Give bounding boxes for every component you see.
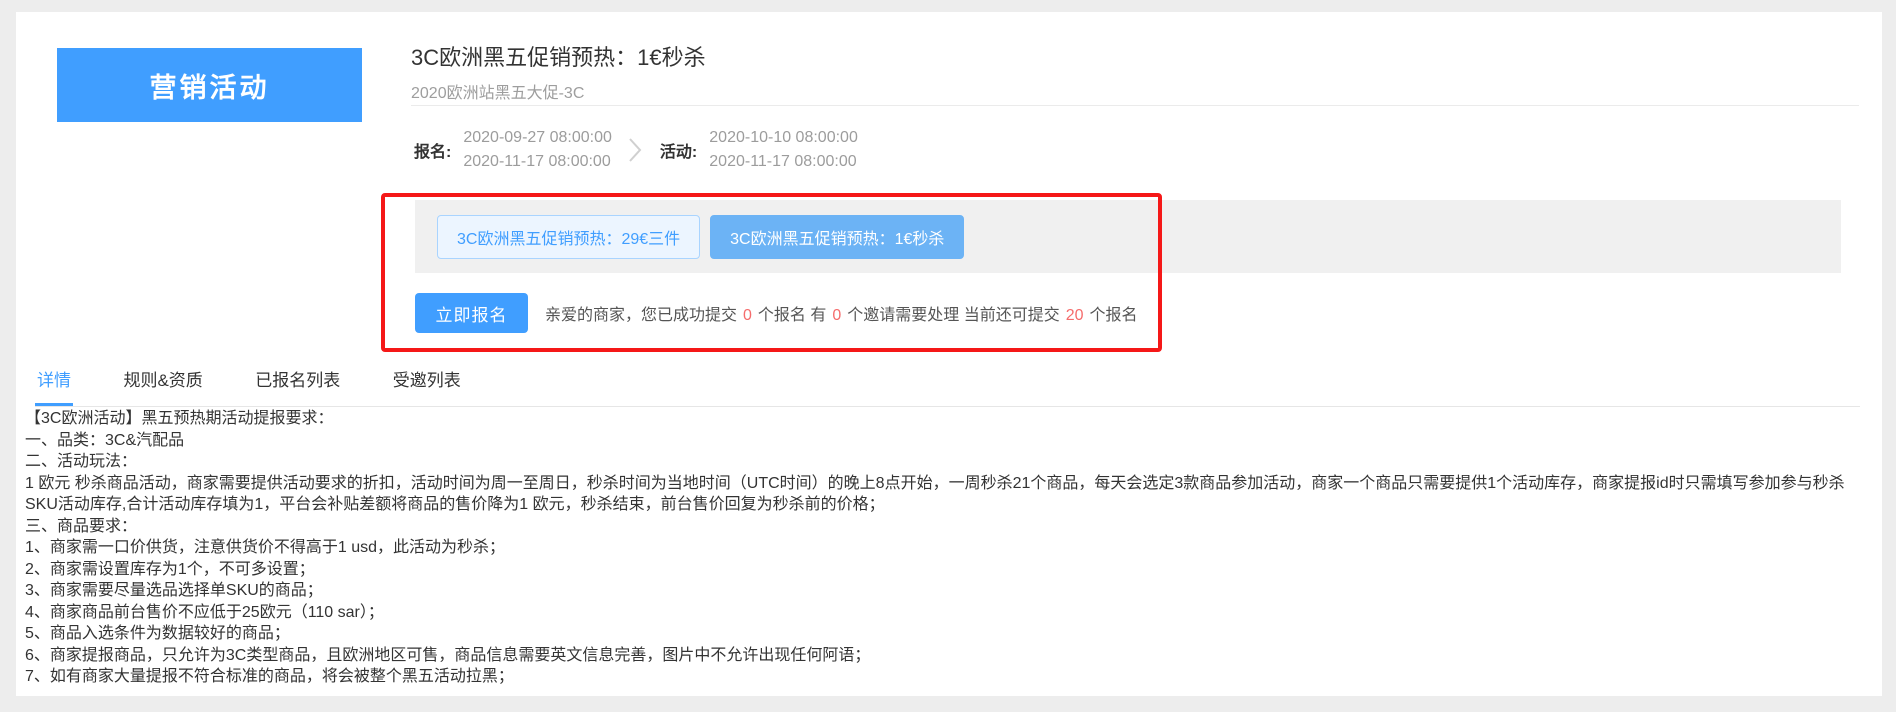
detail-line: 4、商家商品前台售价不应低于25欧元（110 sar）；	[25, 603, 384, 621]
activity-start-date: 2020-10-10 08:00:00	[709, 129, 858, 146]
chevron-right-icon	[628, 137, 642, 163]
detail-line: 5、商品入选条件为数据较好的商品；	[25, 625, 290, 642]
status-seg3: 个邀请需要处理 当前还可提交	[847, 307, 1060, 324]
session-tab-1eur-flashsale[interactable]: 3C欧洲黑五促销预热：1€秒杀	[710, 214, 965, 259]
detail-line: 二、活动玩法：	[25, 453, 138, 470]
signup-period-dates: 2020-09-27 08:00:00 2020-11-17 08:00:00	[463, 126, 612, 174]
status-seg4: 个报名	[1089, 307, 1138, 324]
submitted-count-value: 0	[743, 307, 752, 324]
tab-signed-up-list[interactable]: 已报名列表	[253, 364, 342, 406]
signup-start-date: 2020-09-27 08:00:00	[463, 129, 612, 146]
activity-card: 营销活动 3C欧洲黑五促销预热：1€秒杀 2020欧洲站黑五大促-3C 报名: …	[16, 12, 1882, 696]
signup-period-label: 报名:	[414, 144, 452, 161]
status-seg2: 个报名 有	[757, 307, 827, 324]
page-subtitle: 2020欧洲站黑五大促-3C	[411, 85, 585, 102]
detail-line: 6、商家提报商品，只允许为3C类型商品，且欧洲地区可售，商品信息需要英文信息完善…	[25, 646, 871, 664]
detail-line: 一、品类：3C&汽配品	[25, 431, 185, 449]
signup-now-button[interactable]: 立即报名	[415, 293, 528, 333]
page-title: 3C欧洲黑五促销预热：1€秒杀	[411, 45, 706, 70]
tab-detail[interactable]: 详情	[35, 364, 73, 406]
detail-line: 1 欧元 秒杀商品活动，商家需要提供活动要求的折扣，活动时间为周一至周日，秒杀时…	[25, 474, 1845, 514]
detail-content: 【3C欧洲活动】黑五预热期活动提报要求： 一、品类：3C&汽配品 二、活动玩法：…	[25, 408, 1873, 688]
page-background: 营销活动 3C欧洲黑五促销预热：1€秒杀 2020欧洲站黑五大促-3C 报名: …	[0, 0, 1896, 712]
schedule-row: 报名: 2020-09-27 08:00:00 2020-11-17 08:00…	[414, 124, 858, 176]
tab-invited-list[interactable]: 受邀列表	[391, 364, 463, 406]
tab-rules-qualifications[interactable]: 规则&资质	[121, 364, 204, 406]
detail-line: 1、商家需一口价供货，注意供货价不得高于1 usd，此活动为秒杀；	[25, 539, 506, 556]
session-tabs-band: 3C欧洲黑五促销预热：29€三件 3C欧洲黑五促销预热：1€秒杀	[415, 200, 1841, 273]
activity-end-date: 2020-11-17 08:00:00	[709, 153, 857, 170]
session-tab-29eur-bundle[interactable]: 3C欧洲黑五促销预热：29€三件	[437, 214, 701, 259]
status-seg1: 亲爱的商家，您已成功提交	[545, 307, 738, 324]
header-divider	[411, 105, 1859, 106]
detail-line: 【3C欧洲活动】黑五预热期活动提报要求：	[25, 410, 334, 427]
signup-status-text: 亲爱的商家，您已成功提交 0 个报名 有 0 个邀请需要处理 当前还可提交 20 个报名	[545, 301, 1138, 325]
detail-line: 三、商品要求：	[25, 517, 138, 535]
detail-line: 2、商家需设置库存为1个，不可多设置；	[25, 560, 315, 578]
marketing-activity-banner: 营销活动	[57, 48, 362, 122]
detail-line: 3、商家需要尽量选品选择单SKU的商品；	[25, 582, 323, 599]
detail-tabbar: 详情 规则&资质 已报名列表 受邀列表	[35, 364, 1860, 407]
remaining-count-value: 20	[1065, 307, 1084, 324]
invite-count-value: 0	[832, 307, 842, 324]
activity-period-dates: 2020-10-10 08:00:00 2020-11-17 08:00:00	[709, 126, 858, 174]
signup-end-date: 2020-11-17 08:00:00	[463, 153, 611, 170]
detail-line: 7、如有商家大量提报不符合标准的商品，将会被整个黑五活动拉黑；	[25, 668, 514, 685]
banner-label: 营销活动	[149, 72, 270, 103]
signup-row: 立即报名 亲爱的商家，您已成功提交 0 个报名 有 0 个邀请需要处理 当前还可提交 20…	[415, 293, 1138, 333]
activity-period-label: 活动:	[659, 144, 698, 161]
